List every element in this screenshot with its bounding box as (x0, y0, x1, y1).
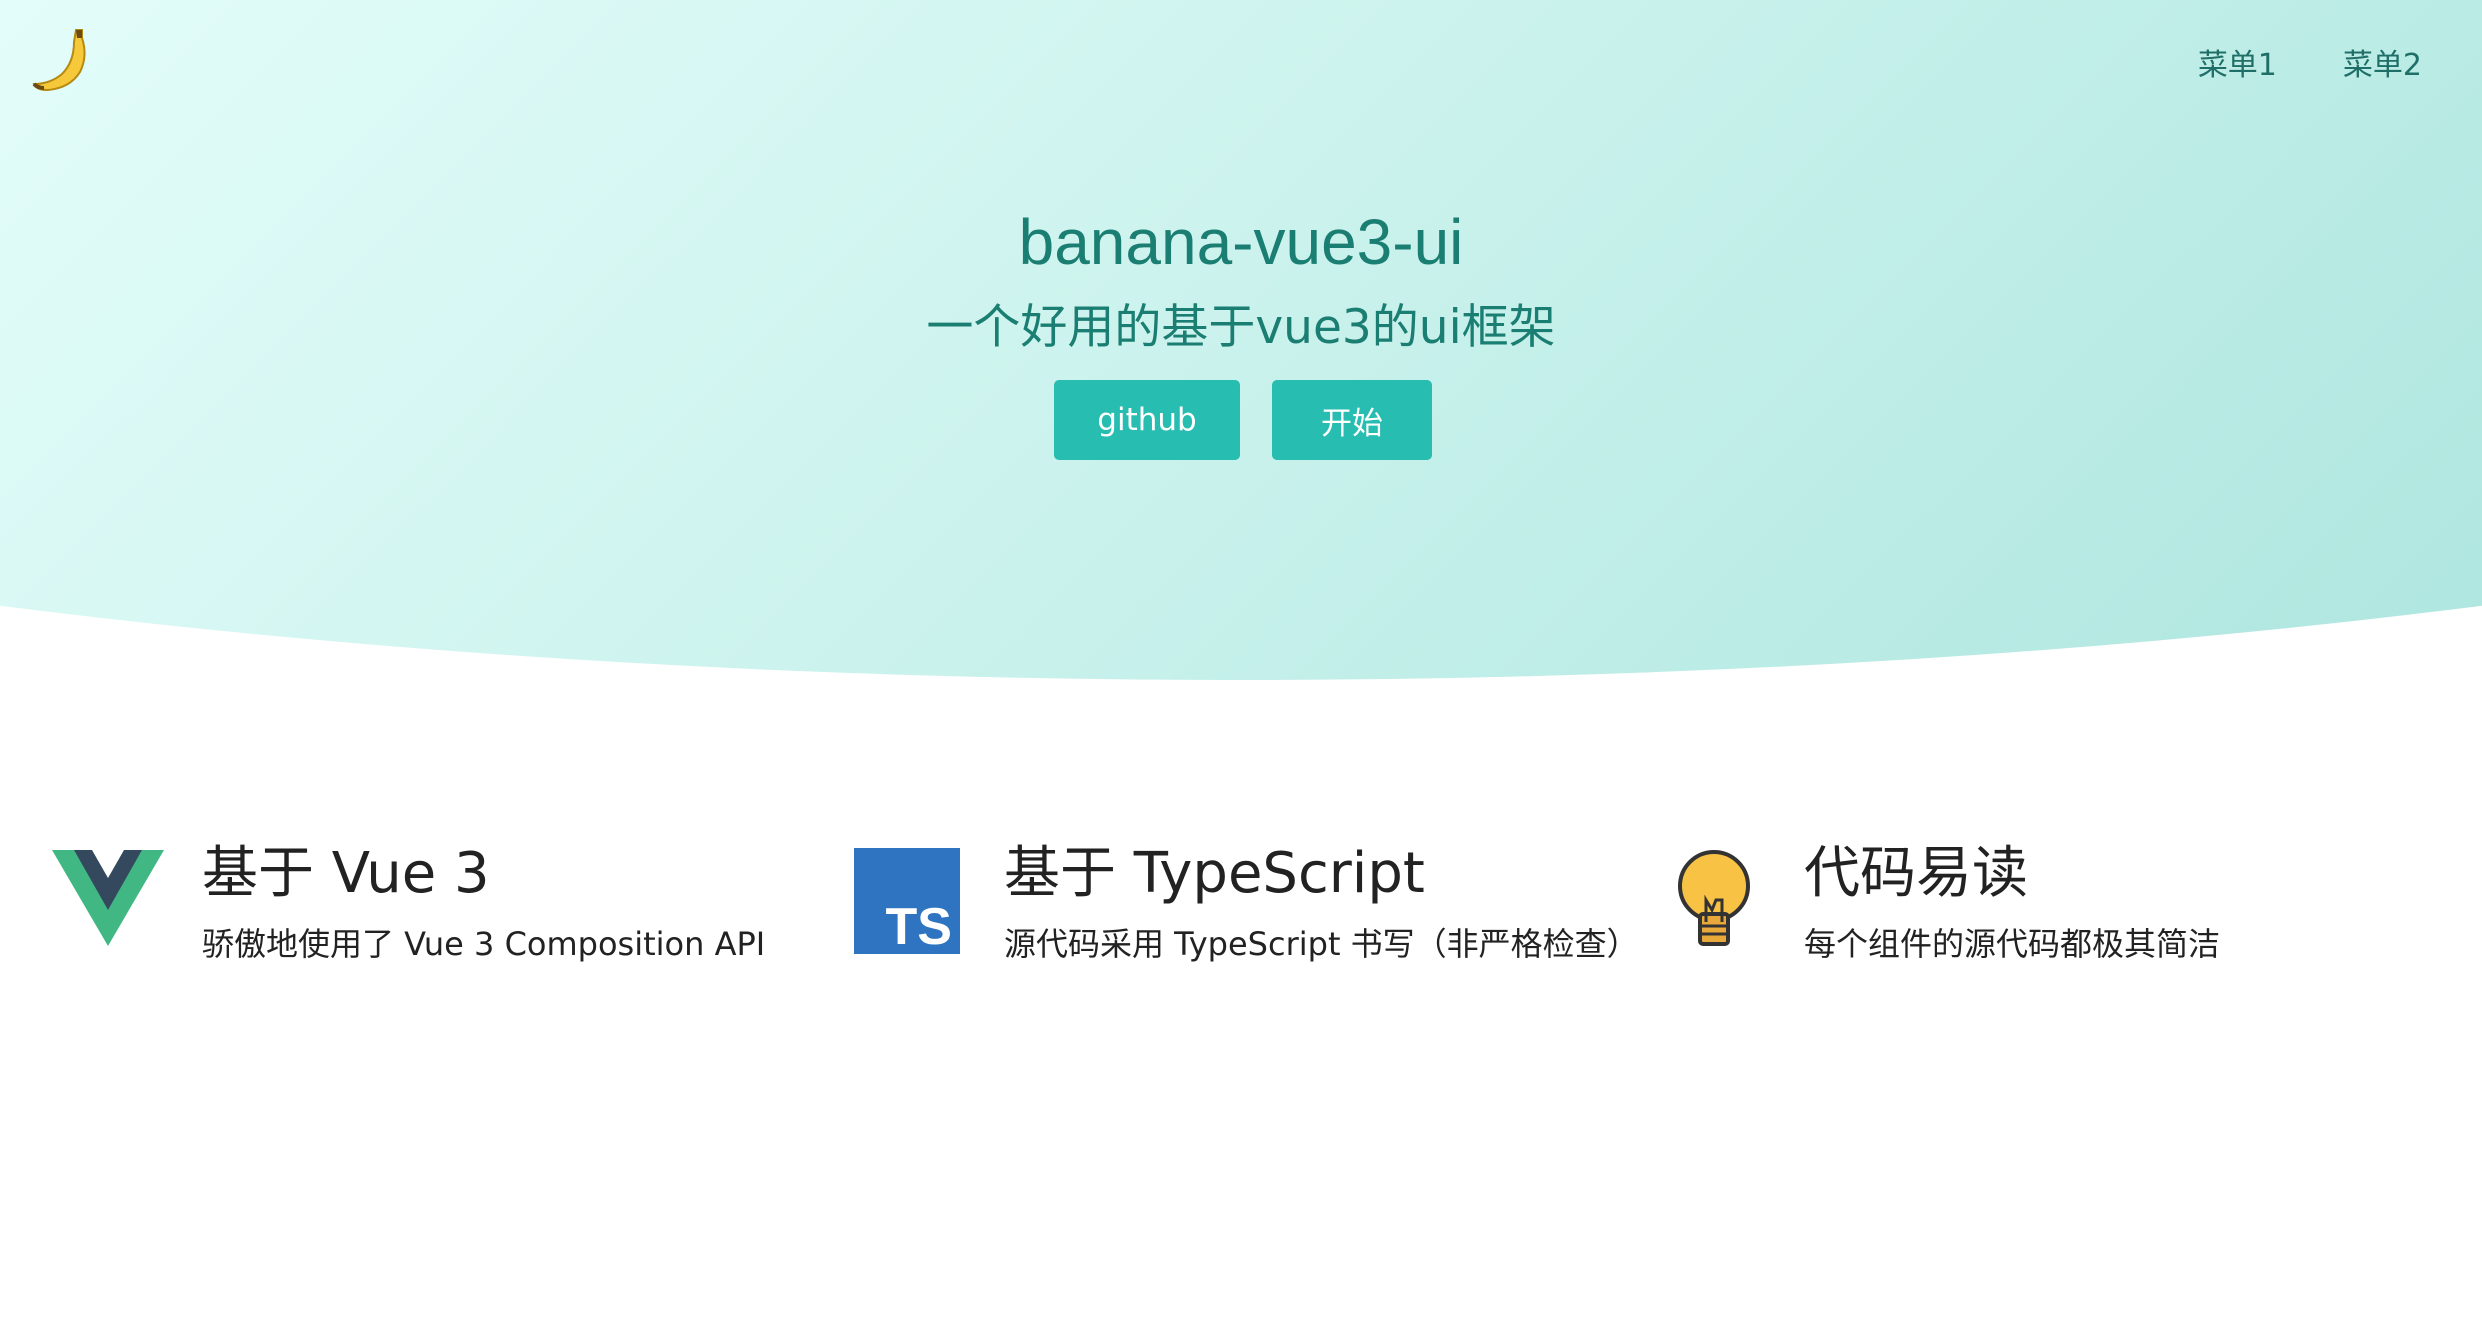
feature-title: 基于 Vue 3 (202, 841, 490, 906)
github-button[interactable]: github (1054, 380, 1240, 460)
menu-item-1[interactable]: 菜单1 (2198, 42, 2277, 90)
svg-text:TS: TS (886, 898, 952, 956)
feature-description: 骄傲地使用了 Vue 3 Composition API (202, 925, 766, 963)
feature-description: 源代码采用 TypeScript 书写（非严格检查） (1004, 925, 1639, 963)
feature-title: 基于 TypeScript (1004, 841, 1425, 906)
feature-title: 代码易读 (1804, 841, 2028, 906)
landing-page: 菜单1 菜单2 banana-vue3-ui 一个好用的基于vue3的ui框架 … (0, 0, 2482, 1324)
hero-subtitle: 一个好用的基于vue3的ui框架 (926, 300, 1556, 355)
features-section: 基于 Vue 3 骄傲地使用了 Vue 3 Composition API TS… (0, 830, 2482, 990)
menu-item-2[interactable]: 菜单2 (2343, 42, 2422, 90)
start-button[interactable]: 开始 (1272, 380, 1432, 460)
lightbulb-icon (1654, 848, 1766, 956)
typescript-logo-icon: TS (854, 848, 966, 956)
vue-logo-icon (52, 848, 164, 956)
feature-description: 每个组件的源代码都极其简洁 (1804, 925, 2221, 963)
banana-icon[interactable] (30, 24, 98, 96)
top-menu: 菜单1 菜单2 (2198, 42, 2422, 90)
hero-actions: github 开始 (1054, 380, 1432, 460)
hero-title: banana-vue3-ui (1018, 206, 1464, 278)
